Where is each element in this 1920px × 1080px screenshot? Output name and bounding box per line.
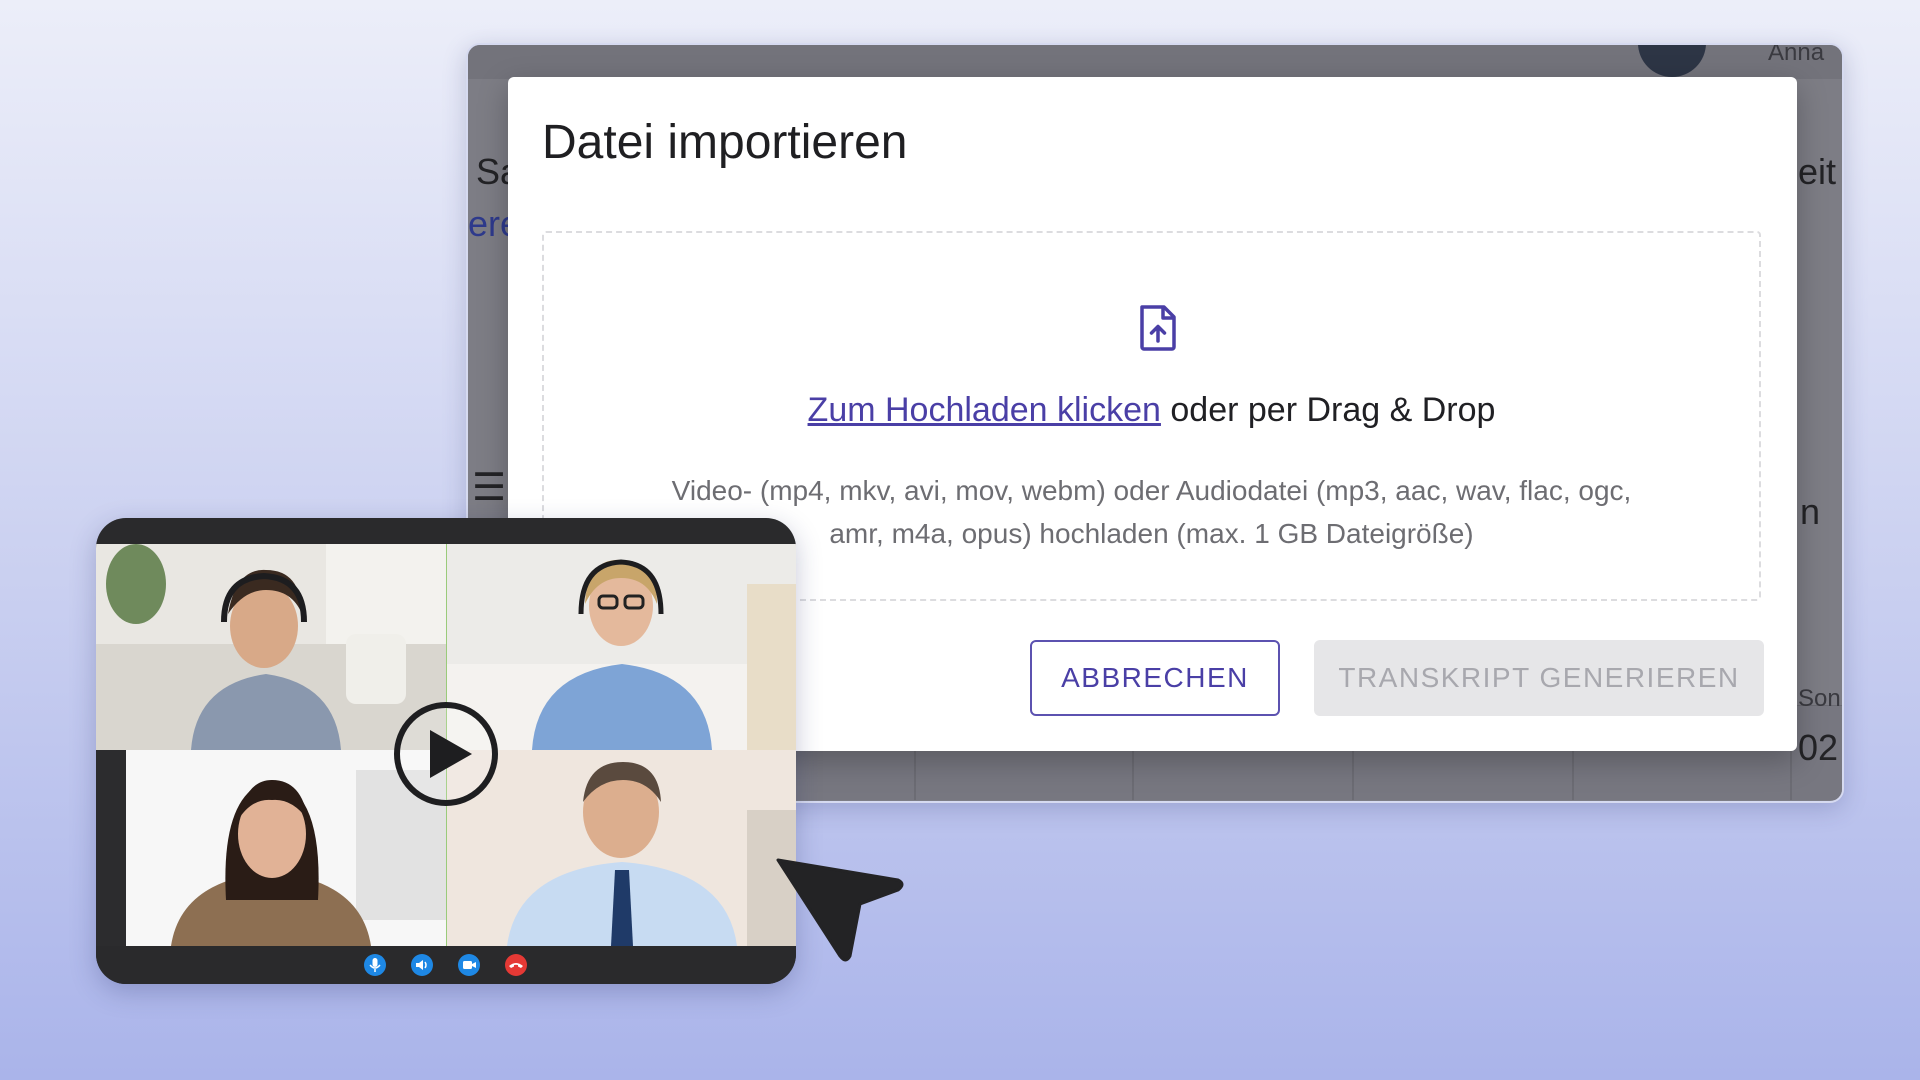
app-header bbox=[468, 45, 1842, 79]
hamburger-icon[interactable]: ☰ bbox=[472, 465, 506, 510]
microphone-icon[interactable] bbox=[364, 954, 386, 976]
file-upload-icon bbox=[1140, 305, 1176, 351]
video-call-card bbox=[96, 518, 796, 984]
calendar-header-sunday: Son bbox=[1798, 685, 1841, 712]
speaker-icon[interactable] bbox=[411, 954, 433, 976]
formats-line-1: Video- (mp4, mkv, avi, mov, webm) oder A… bbox=[671, 475, 1632, 506]
partial-text-n: n bbox=[1800, 491, 1821, 532]
participant-tile-1 bbox=[96, 544, 446, 750]
drag-drop-text: oder per Drag & Drop bbox=[1160, 391, 1496, 429]
user-name-fragment: Anna bbox=[1768, 43, 1825, 66]
calendar-date: 02 bbox=[1798, 727, 1839, 768]
click-to-upload-link[interactable]: Zum Hochladen klicken bbox=[808, 391, 1161, 429]
call-controls-bar bbox=[96, 946, 796, 984]
participant-tile-4 bbox=[446, 750, 796, 946]
participant-tile-2 bbox=[446, 544, 796, 750]
generate-transcript-button[interactable]: TRANSKRIPT GENERIEREN bbox=[1314, 640, 1764, 716]
dialog-title: Datei importieren bbox=[542, 116, 908, 169]
cancel-button[interactable]: ABBRECHEN bbox=[1030, 640, 1280, 716]
partial-text-eit: eit bbox=[1798, 151, 1837, 192]
camera-icon[interactable] bbox=[458, 954, 480, 976]
hang-up-icon[interactable] bbox=[505, 954, 527, 976]
participant-tile-3 bbox=[96, 750, 446, 946]
play-button[interactable] bbox=[394, 702, 498, 806]
upload-instruction: Zum Hochladen klicken oder per Drag & Dr… bbox=[544, 391, 1759, 430]
play-icon bbox=[430, 730, 472, 778]
mouse-cursor-icon bbox=[776, 858, 904, 962]
